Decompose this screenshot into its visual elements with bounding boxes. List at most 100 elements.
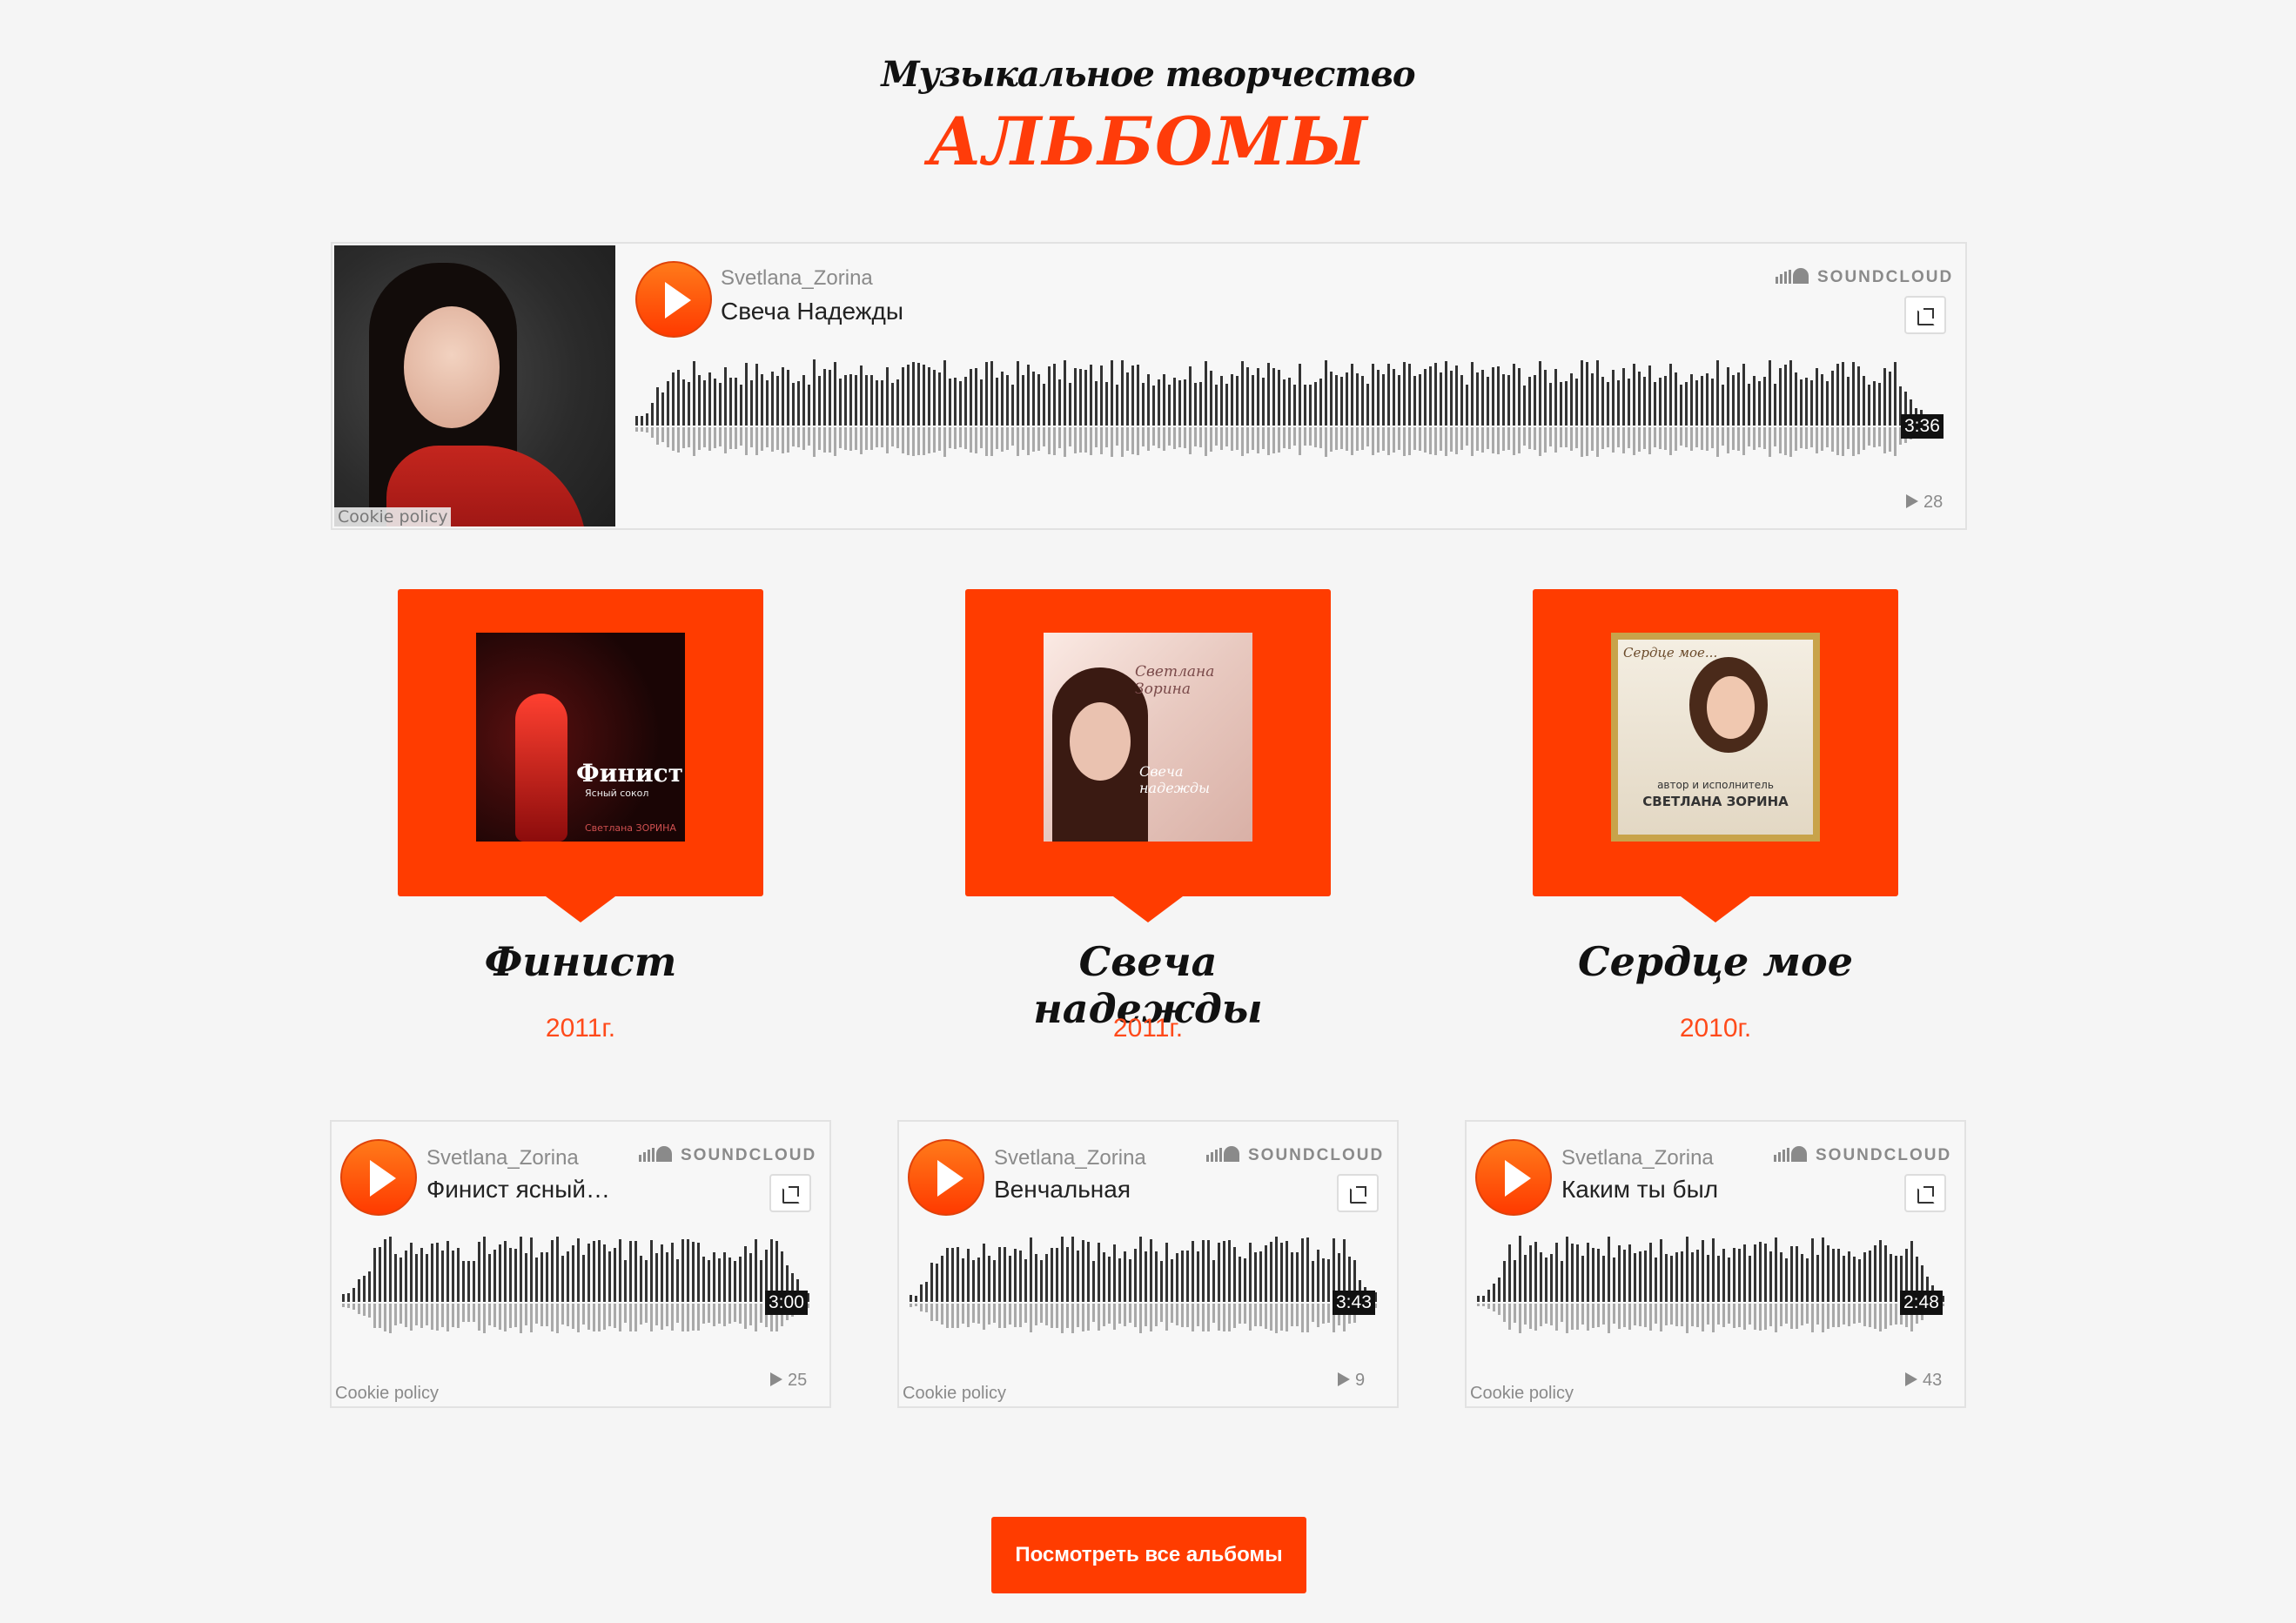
track-title[interactable]: Венчальная — [994, 1176, 1203, 1204]
waveform-reflection-bar — [1796, 1304, 1798, 1329]
waveform-bar — [577, 1238, 580, 1302]
waveform-bar — [1707, 1255, 1709, 1302]
play-button[interactable] — [635, 261, 712, 338]
track-title[interactable]: Каким ты был — [1561, 1176, 1770, 1204]
album-cover-svecha[interactable]: Светлана Зорина Свеча надежды — [1044, 633, 1252, 842]
waveform-bar — [1249, 1243, 1252, 1302]
play-button[interactable] — [340, 1139, 417, 1216]
waveform[interactable] — [342, 1229, 809, 1346]
waveform[interactable] — [910, 1229, 1377, 1346]
waveform-bar — [1004, 1247, 1006, 1302]
waveform-bar — [1265, 1245, 1267, 1302]
waveform-bar — [1712, 1238, 1715, 1302]
waveform-bar — [1236, 376, 1239, 426]
waveform-reflection-bar — [977, 1304, 980, 1324]
track-duration: 3:43 — [1333, 1291, 1375, 1315]
track-user[interactable]: Svetlana_Zorina — [1561, 1146, 1714, 1170]
waveform-reflection-bar — [729, 427, 732, 449]
waveform-bar — [1192, 1241, 1194, 1302]
waveform-reflection-bar — [1826, 427, 1829, 447]
waveform-reflection-bar — [718, 1304, 721, 1324]
track-user[interactable]: Svetlana_Zorina — [994, 1146, 1146, 1170]
track-user[interactable]: Svetlana_Zorina — [721, 266, 873, 291]
waveform-reflection-bar — [855, 427, 857, 450]
waveform-bar — [1215, 385, 1218, 426]
waveform-bar — [823, 369, 826, 426]
waveform-bar — [389, 1237, 392, 1302]
album-name[interactable]: Сердце мое — [1533, 938, 1898, 985]
cookie-policy-link[interactable]: Cookie policy — [1470, 1384, 1574, 1404]
waveform-bar — [1455, 366, 1458, 426]
waveform-reflection-bar — [1280, 1304, 1283, 1331]
waveform-reflection-bar — [1111, 427, 1113, 457]
waveform-reflection-bar — [1210, 427, 1212, 452]
waveform-reflection-bar — [656, 427, 659, 445]
waveform-reflection-bar — [996, 427, 998, 449]
waveform-bar — [1617, 380, 1620, 426]
waveform-reflection-bar — [957, 1304, 959, 1328]
waveform-reflection-bar — [967, 1304, 970, 1327]
track-title[interactable]: Финист ясный… — [426, 1176, 635, 1204]
waveform-bar — [813, 359, 816, 426]
waveform-reflection-bar — [1753, 427, 1756, 450]
cover-subtitle: автор и исполнитель — [1657, 779, 1774, 791]
section-subtitle: Музыкальное творчество — [881, 54, 1415, 95]
share-button[interactable] — [1904, 1174, 1946, 1212]
waveform-reflection-bar — [1173, 427, 1176, 449]
album-name[interactable]: Финист — [398, 938, 763, 985]
waveform-reflection-bar — [493, 1304, 496, 1327]
waveform-bar — [1158, 379, 1160, 426]
track-artwork[interactable]: Cookie policy — [334, 245, 615, 526]
soundcloud-logo[interactable]: SOUNDCLOUD — [1774, 1146, 1951, 1165]
share-button[interactable] — [769, 1174, 811, 1212]
view-all-albums-button[interactable]: Посмотреть все альбомы — [991, 1517, 1306, 1593]
cookie-policy-link[interactable]: Cookie policy — [903, 1384, 1006, 1404]
waveform-reflection-bar — [661, 427, 664, 442]
waveform-reflection-bar — [347, 1304, 350, 1308]
share-button[interactable] — [1337, 1174, 1379, 1212]
waveform-bar — [1648, 366, 1651, 426]
waveform-bar — [1291, 1252, 1293, 1302]
share-button[interactable] — [1904, 296, 1946, 334]
waveform-reflection-bar — [1366, 427, 1369, 446]
play-count-value: 28 — [1923, 493, 1944, 512]
waveform-reflection-bar — [624, 1304, 627, 1323]
waveform-bar — [452, 1251, 454, 1302]
waveform-bar — [1681, 1251, 1683, 1302]
waveform-bar — [1239, 1257, 1241, 1302]
track-user[interactable]: Svetlana_Zorina — [426, 1146, 579, 1170]
cookie-policy-link[interactable]: Cookie policy — [334, 507, 452, 526]
waveform[interactable] — [1477, 1229, 1944, 1346]
waveform-bar — [1737, 372, 1740, 426]
waveform-reflection-bar — [959, 427, 962, 447]
waveform-reflection-bar — [1340, 427, 1343, 449]
play-button[interactable] — [908, 1139, 984, 1216]
waveform-bar — [1030, 1237, 1032, 1302]
waveform-reflection-bar — [1628, 1304, 1631, 1330]
waveform-bar — [467, 1261, 470, 1302]
soundcloud-logo[interactable]: SOUNDCLOUD — [1776, 268, 1953, 287]
track-title[interactable]: Свеча Надежды — [721, 298, 903, 325]
waveform-bar — [1529, 1245, 1532, 1302]
waveform-reflection-bar — [1145, 1304, 1147, 1326]
waveform-bar — [949, 379, 951, 426]
waveform-reflection-bar — [1095, 427, 1098, 447]
waveform-bar — [1722, 1249, 1725, 1302]
waveform-bar — [1868, 385, 1870, 426]
waveform-bar — [1894, 362, 1897, 426]
waveform-reflection-bar — [1066, 1304, 1069, 1328]
cookie-policy-link[interactable]: Cookie policy — [335, 1384, 439, 1404]
album-cover-finist[interactable]: Финист Ясный сокол Светлана ЗОРИНА — [476, 633, 685, 842]
soundcloud-logo[interactable]: SOUNDCLOUD — [1206, 1146, 1384, 1165]
play-button[interactable] — [1475, 1139, 1552, 1216]
album-cover-serdce[interactable]: Сердце мое... автор и исполнитель СВЕТЛА… — [1611, 633, 1820, 842]
waveform[interactable] — [635, 352, 1929, 470]
waveform-bar — [1296, 1252, 1299, 1302]
waveform-bar — [920, 1284, 923, 1302]
soundcloud-logo[interactable]: SOUNDCLOUD — [639, 1146, 816, 1165]
waveform-bar — [352, 1288, 355, 1302]
waveform-bar — [990, 361, 993, 426]
waveform-bar — [1134, 1249, 1137, 1302]
waveform-reflection-bar — [1601, 427, 1604, 449]
waveform-bar — [1754, 1244, 1756, 1302]
